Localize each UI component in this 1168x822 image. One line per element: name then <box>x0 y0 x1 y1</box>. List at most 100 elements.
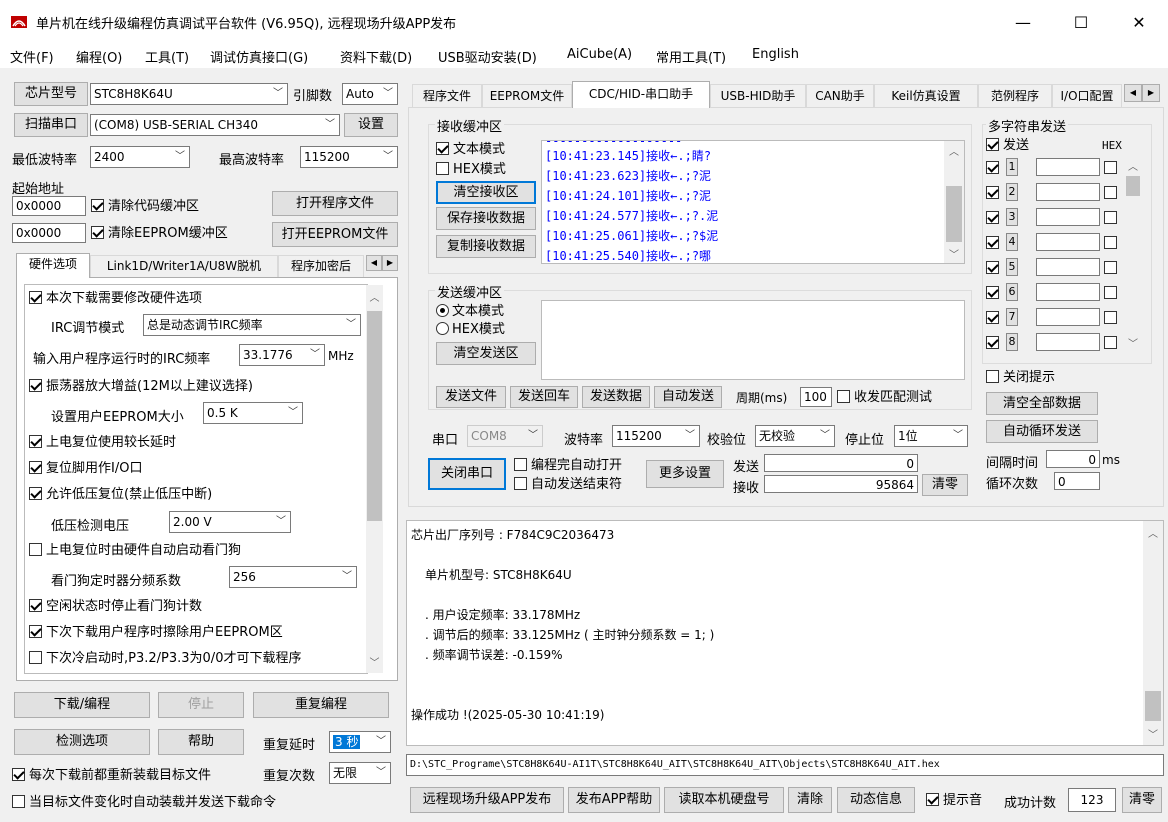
tab-scroll-right-icon[interactable]: ▶ <box>382 255 398 271</box>
tab-scroll-left-icon[interactable]: ◀ <box>1124 84 1142 102</box>
scroll-up-icon[interactable]: ︿ <box>1124 158 1142 173</box>
multi-row-hex-checkbox[interactable] <box>1104 161 1121 176</box>
detect-options-button[interactable]: 检测选项 <box>14 729 150 755</box>
multi-row-input[interactable] <box>1036 158 1100 176</box>
publish-help-button[interactable]: 发布APP帮助 <box>568 787 660 813</box>
clear-receive-button[interactable]: 清空接收区 <box>436 181 536 204</box>
multi-row-send-button[interactable]: 2 <box>1006 183 1018 201</box>
multi-row-send-button[interactable]: 6 <box>1006 283 1018 301</box>
auto-loop-button[interactable]: 自动循环发送 <box>986 420 1098 443</box>
scroll-up-icon[interactable]: ︿ <box>944 143 964 158</box>
zero-count-button[interactable]: 清零 <box>922 474 968 496</box>
multi-row-input[interactable] <box>1036 258 1100 276</box>
clear-output-button[interactable]: 清除 <box>788 787 832 813</box>
close-button[interactable]: ✕ <box>1122 8 1156 38</box>
tab-io-config[interactable]: I/O口配置 <box>1052 84 1122 108</box>
close-port-button[interactable]: 关闭串口 <box>428 458 506 490</box>
multi-row-input[interactable] <box>1036 308 1100 326</box>
multi-row-send-checkbox[interactable] <box>986 211 1003 226</box>
port-select[interactable]: (COM8) USB-SERIAL CH340 ﹀ <box>90 114 340 136</box>
close-tip-checkbox[interactable]: 关闭提示 <box>986 370 1055 385</box>
multi-row-input[interactable] <box>1036 183 1100 201</box>
remote-publish-button[interactable]: 远程现场升级APP发布 <box>410 787 564 813</box>
stop-bits-select[interactable]: 1位 ﹀ <box>894 425 968 447</box>
multi-row-send-checkbox[interactable] <box>986 161 1003 176</box>
multi-row-send-button[interactable]: 1 <box>1006 158 1018 176</box>
tab-encryption[interactable]: 程序加密后 <box>278 255 364 277</box>
cold-boot-checkbox[interactable]: 下次冷启动时,P3.2/P3.3为0/0才可下载程序 <box>29 651 301 666</box>
irc-freq-select[interactable]: 33.1776 ﹀ <box>239 344 325 366</box>
help-button[interactable]: 帮助 <box>158 729 244 755</box>
multi-row-send-checkbox[interactable] <box>986 261 1003 276</box>
tab-eeprom-file[interactable]: EEPROM文件 <box>482 84 572 108</box>
clear-eeprom-checkbox[interactable]: 清除EEPROM缓冲区 <box>91 226 228 241</box>
multi-row-hex-checkbox[interactable] <box>1104 336 1121 351</box>
copy-receive-button[interactable]: 复制接收数据 <box>436 235 536 258</box>
more-settings-button[interactable]: 更多设置 <box>646 460 724 488</box>
dynamic-info-button[interactable]: 动态信息 <box>837 787 915 813</box>
period-input[interactable]: 100 <box>800 387 832 407</box>
scrollbar-thumb[interactable] <box>946 186 962 242</box>
settings-button[interactable]: 设置 <box>344 113 398 137</box>
tx-text-mode-radio[interactable]: 文本模式 <box>436 304 504 319</box>
menu-file[interactable]: 文件(F) <box>10 47 54 66</box>
loop-count-input[interactable]: 0 <box>1054 472 1100 490</box>
reload-each-checkbox[interactable]: 每次下载前都重新装载目标文件 <box>12 768 211 783</box>
multi-row-send-checkbox[interactable] <box>986 286 1003 301</box>
long-delay-checkbox[interactable]: 上电复位使用较长延时 <box>29 435 176 450</box>
send-enter-button[interactable]: 发送回车 <box>510 386 578 408</box>
wdt-auto-checkbox[interactable]: 上电复位时由硬件自动启动看门狗 <box>29 543 241 558</box>
repeat-delay-select[interactable]: 3 秒 ﹀ <box>329 731 391 753</box>
scroll-up-icon[interactable]: ︿ <box>1143 525 1163 540</box>
receive-text-area[interactable]: ------------------- [10:41:23.145]接收←.;睛… <box>541 140 965 264</box>
auto-load-checkbox[interactable]: 当目标文件变化时自动装载并发送下载命令 <box>12 795 276 810</box>
eeprom-size-select[interactable]: 0.5 K ﹀ <box>203 402 303 424</box>
menu-usb-driver[interactable]: USB驱动安装(D) <box>438 47 537 66</box>
open-eeprom-button[interactable]: 打开EEPROM文件 <box>272 222 398 247</box>
stop-button[interactable]: 停止 <box>158 692 244 718</box>
multi-row-send-button[interactable]: 7 <box>1006 308 1018 326</box>
min-baud-select[interactable]: 2400 ﹀ <box>90 146 190 168</box>
zero-success-button[interactable]: 清零 <box>1122 787 1162 813</box>
auto-send-button[interactable]: 自动发送 <box>654 386 722 408</box>
tab-can[interactable]: CAN助手 <box>806 84 874 108</box>
baud-select[interactable]: 115200 ﹀ <box>612 425 700 447</box>
tab-program-file[interactable]: 程序文件 <box>412 84 482 108</box>
multi-row-send-button[interactable]: 8 <box>1006 333 1018 351</box>
beep-checkbox[interactable]: 提示音 <box>926 793 982 808</box>
menu-common-tools[interactable]: 常用工具(T) <box>656 47 726 66</box>
max-baud-select[interactable]: 115200 ﹀ <box>300 146 398 168</box>
multi-row-hex-checkbox[interactable] <box>1104 211 1121 226</box>
irc-mode-select[interactable]: 总是动态调节IRC频率 ﹀ <box>143 314 361 336</box>
scrollbar-thumb[interactable] <box>367 311 382 521</box>
menu-program[interactable]: 编程(O) <box>76 47 122 66</box>
multi-row-send-checkbox[interactable] <box>986 236 1003 251</box>
scroll-down-icon[interactable]: ﹀ <box>1124 335 1142 350</box>
tab-examples[interactable]: 范例程序 <box>978 84 1052 108</box>
auto-open-checkbox[interactable]: 编程完自动打开 <box>514 458 622 473</box>
tab-scroll-left-icon[interactable]: ◀ <box>366 255 382 271</box>
tab-keil-settings[interactable]: Keil仿真设置 <box>874 84 978 108</box>
multi-row-send-button[interactable]: 5 <box>1006 258 1018 276</box>
tx-hex-mode-radio[interactable]: HEX模式 <box>436 322 505 337</box>
maximize-button[interactable]: ☐ <box>1064 8 1098 38</box>
download-button[interactable]: 下载/编程 <box>14 692 150 718</box>
clear-code-checkbox[interactable]: 清除代码缓冲区 <box>91 199 199 214</box>
multi-row-input[interactable] <box>1036 333 1100 351</box>
clear-all-button[interactable]: 清空全部数据 <box>986 392 1098 415</box>
minimize-button[interactable]: — <box>1006 8 1040 38</box>
modify-hw-checkbox[interactable]: 本次下载需要修改硬件选项 <box>29 291 202 306</box>
serial-port-select[interactable]: COM8 ﹀ <box>467 425 543 447</box>
multi-string-scrollbar[interactable]: ︿ ﹀ <box>1124 158 1142 350</box>
reset-io-checkbox[interactable]: 复位脚用作I/O口 <box>29 461 142 476</box>
tab-serial-assistant[interactable]: CDC/HID-串口助手 <box>572 81 710 108</box>
tab-hardware-options[interactable]: 硬件选项 <box>16 253 90 278</box>
interval-input[interactable]: 0 <box>1046 450 1100 468</box>
send-text-area[interactable] <box>541 300 965 380</box>
scrollbar-thumb[interactable] <box>1145 691 1161 721</box>
multi-row-send-checkbox[interactable] <box>986 336 1003 351</box>
read-disk-button[interactable]: 读取本机硬盘号 <box>664 787 784 813</box>
clear-send-button[interactable]: 清空发送区 <box>436 342 536 365</box>
match-test-checkbox[interactable]: 收发匹配测试 <box>837 390 932 405</box>
rx-hex-mode-checkbox[interactable]: HEX模式 <box>436 162 506 177</box>
